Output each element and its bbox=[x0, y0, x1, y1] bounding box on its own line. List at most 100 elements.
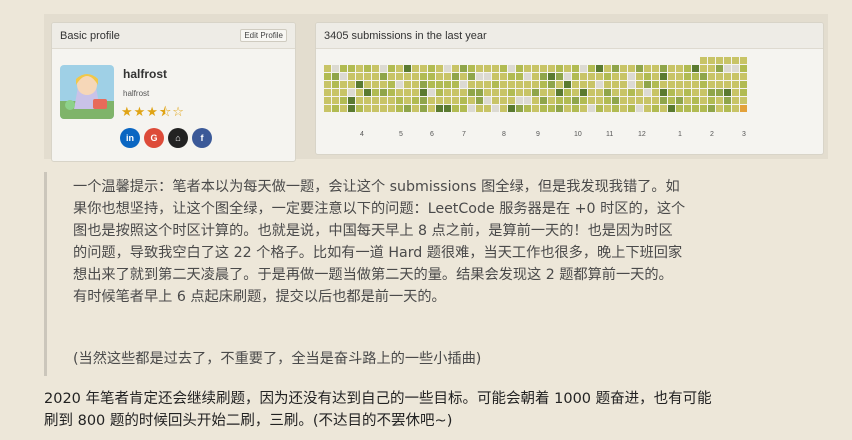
heatmap-cell[interactable] bbox=[340, 65, 347, 72]
heatmap-cell[interactable] bbox=[708, 73, 715, 80]
heatmap-cell[interactable] bbox=[660, 81, 667, 88]
heatmap-cell[interactable] bbox=[724, 89, 731, 96]
heatmap-cell[interactable] bbox=[612, 81, 619, 88]
heatmap-cell[interactable] bbox=[732, 73, 739, 80]
heatmap-cell[interactable] bbox=[564, 81, 571, 88]
heatmap-cell[interactable] bbox=[452, 97, 459, 104]
heatmap-cell[interactable] bbox=[404, 105, 411, 112]
heatmap-cell[interactable] bbox=[692, 105, 699, 112]
heatmap-cell[interactable] bbox=[388, 89, 395, 96]
heatmap-cell[interactable] bbox=[492, 89, 499, 96]
heatmap-cell[interactable] bbox=[460, 105, 467, 112]
heatmap-cell[interactable] bbox=[540, 65, 547, 72]
heatmap-cell[interactable] bbox=[412, 97, 419, 104]
heatmap-cell[interactable] bbox=[516, 97, 523, 104]
heatmap-cell[interactable] bbox=[372, 81, 379, 88]
heatmap-cell[interactable] bbox=[644, 105, 651, 112]
heatmap-cell[interactable] bbox=[716, 105, 723, 112]
heatmap-cell[interactable] bbox=[668, 97, 675, 104]
heatmap-cell[interactable] bbox=[412, 105, 419, 112]
heatmap-cell[interactable] bbox=[644, 89, 651, 96]
facebook-icon[interactable]: f bbox=[192, 128, 212, 148]
heatmap-cell[interactable] bbox=[388, 73, 395, 80]
heatmap-cell[interactable] bbox=[620, 81, 627, 88]
heatmap-cell[interactable] bbox=[356, 89, 363, 96]
heatmap-cell[interactable] bbox=[356, 73, 363, 80]
heatmap-cell[interactable] bbox=[588, 81, 595, 88]
heatmap-cell[interactable] bbox=[644, 73, 651, 80]
heatmap-cell[interactable] bbox=[380, 73, 387, 80]
heatmap-cell[interactable] bbox=[556, 97, 563, 104]
heatmap-cell[interactable] bbox=[452, 65, 459, 72]
heatmap-cell[interactable] bbox=[476, 89, 483, 96]
heatmap-cell[interactable] bbox=[700, 89, 707, 96]
heatmap-cell[interactable] bbox=[652, 97, 659, 104]
heatmap-cell[interactable] bbox=[604, 105, 611, 112]
heatmap-cell[interactable] bbox=[524, 89, 531, 96]
heatmap-cell[interactable] bbox=[636, 65, 643, 72]
heatmap-cell[interactable] bbox=[356, 97, 363, 104]
heatmap-cell[interactable] bbox=[412, 65, 419, 72]
heatmap-cell[interactable] bbox=[532, 97, 539, 104]
heatmap-cell[interactable] bbox=[516, 81, 523, 88]
heatmap-cell[interactable] bbox=[724, 57, 731, 64]
heatmap-cell[interactable] bbox=[516, 65, 523, 72]
heatmap-cell[interactable] bbox=[676, 81, 683, 88]
heatmap-cell[interactable] bbox=[484, 89, 491, 96]
heatmap-cell[interactable] bbox=[340, 97, 347, 104]
heatmap-cell[interactable] bbox=[348, 73, 355, 80]
heatmap-cell[interactable] bbox=[444, 65, 451, 72]
heatmap-cell[interactable] bbox=[596, 97, 603, 104]
heatmap-cell[interactable] bbox=[388, 81, 395, 88]
heatmap-cell[interactable] bbox=[628, 73, 635, 80]
heatmap-cell[interactable] bbox=[580, 73, 587, 80]
heatmap-cell[interactable] bbox=[644, 81, 651, 88]
heatmap-cell[interactable] bbox=[644, 65, 651, 72]
heatmap-cell[interactable] bbox=[732, 65, 739, 72]
heatmap-cell[interactable] bbox=[548, 65, 555, 72]
heatmap-cell[interactable] bbox=[356, 105, 363, 112]
heatmap-cell[interactable] bbox=[404, 81, 411, 88]
heatmap-cell[interactable] bbox=[348, 105, 355, 112]
heatmap-cell[interactable] bbox=[340, 81, 347, 88]
heatmap-cell[interactable] bbox=[732, 97, 739, 104]
heatmap-cell[interactable] bbox=[436, 73, 443, 80]
heatmap-cell[interactable] bbox=[668, 105, 675, 112]
heatmap-cell[interactable] bbox=[612, 89, 619, 96]
heatmap-cell[interactable] bbox=[532, 105, 539, 112]
heatmap-cell[interactable] bbox=[660, 65, 667, 72]
heatmap-cell[interactable] bbox=[380, 105, 387, 112]
heatmap-cell[interactable] bbox=[420, 73, 427, 80]
heatmap-cell[interactable] bbox=[508, 81, 515, 88]
heatmap-cell[interactable] bbox=[404, 73, 411, 80]
heatmap-cell[interactable] bbox=[452, 89, 459, 96]
heatmap-cell[interactable] bbox=[596, 73, 603, 80]
heatmap-cell[interactable] bbox=[396, 105, 403, 112]
heatmap-cell[interactable] bbox=[684, 65, 691, 72]
heatmap-cell[interactable] bbox=[508, 105, 515, 112]
heatmap-cell[interactable] bbox=[596, 89, 603, 96]
heatmap-cell[interactable] bbox=[564, 105, 571, 112]
heatmap-cell[interactable] bbox=[372, 89, 379, 96]
heatmap-cell[interactable] bbox=[476, 73, 483, 80]
heatmap-cell[interactable] bbox=[436, 81, 443, 88]
heatmap-cell[interactable] bbox=[436, 105, 443, 112]
heatmap-cell[interactable] bbox=[660, 73, 667, 80]
heatmap-cell[interactable] bbox=[660, 89, 667, 96]
heatmap-cell[interactable] bbox=[436, 89, 443, 96]
heatmap-cell[interactable] bbox=[380, 81, 387, 88]
heatmap-cell[interactable] bbox=[548, 97, 555, 104]
heatmap-cell[interactable] bbox=[340, 73, 347, 80]
heatmap-cell[interactable] bbox=[348, 65, 355, 72]
heatmap-cell[interactable] bbox=[540, 105, 547, 112]
heatmap-cell[interactable] bbox=[508, 89, 515, 96]
heatmap-cell[interactable] bbox=[444, 105, 451, 112]
heatmap-cell[interactable] bbox=[508, 97, 515, 104]
heatmap-cell[interactable] bbox=[724, 65, 731, 72]
heatmap-cell[interactable] bbox=[740, 57, 747, 64]
heatmap-cell[interactable] bbox=[348, 97, 355, 104]
heatmap-cell[interactable] bbox=[708, 97, 715, 104]
heatmap-cell[interactable] bbox=[564, 97, 571, 104]
heatmap-cell[interactable] bbox=[524, 73, 531, 80]
heatmap-cell[interactable] bbox=[444, 89, 451, 96]
